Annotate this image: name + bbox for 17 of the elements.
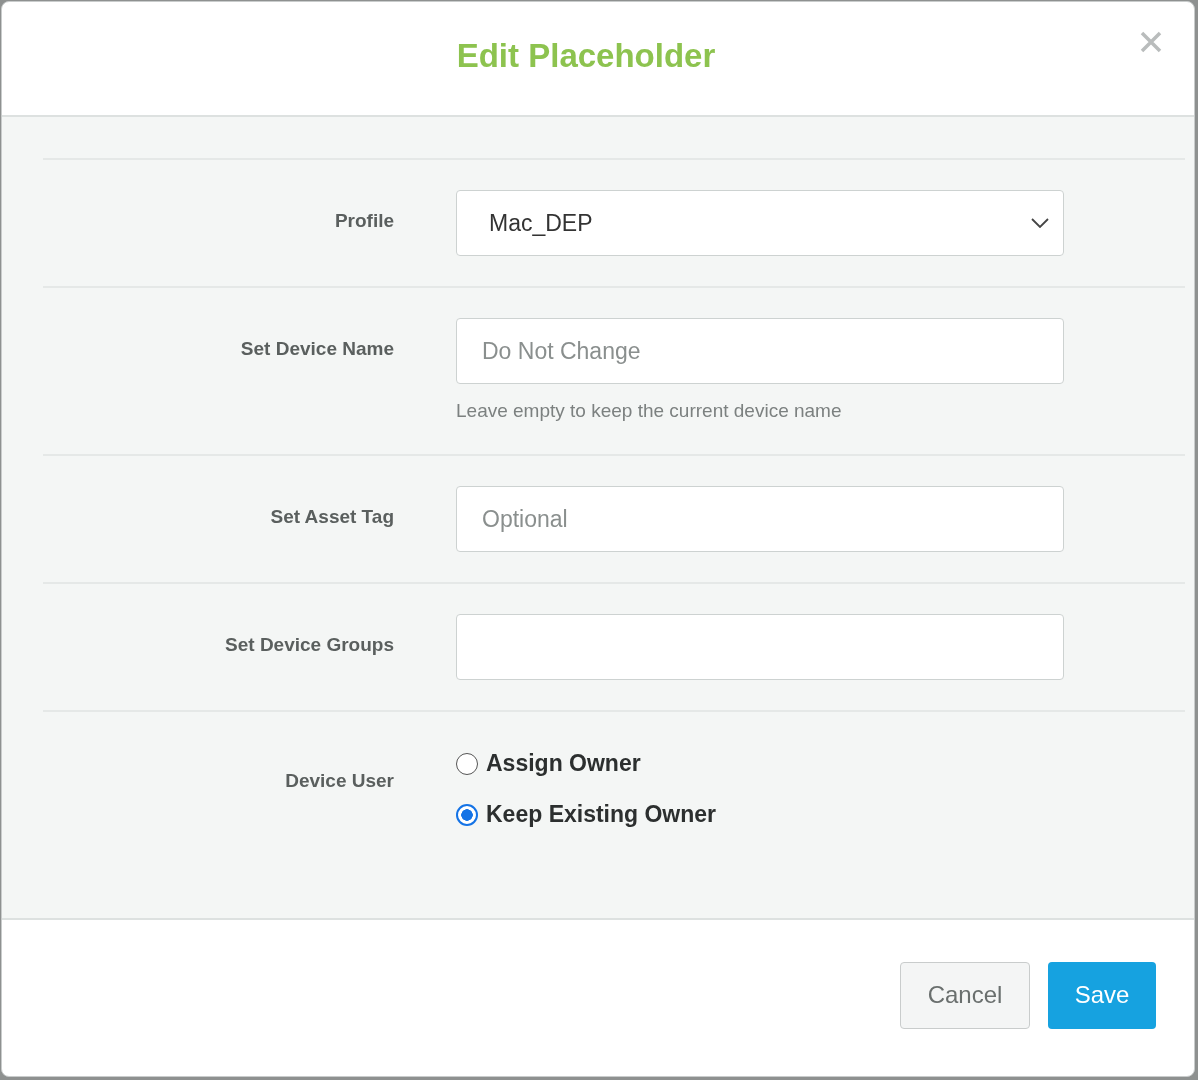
radio-icon[interactable] — [456, 752, 478, 775]
field-label: Profile — [333, 210, 395, 233]
chevron-down-icon — [1031, 218, 1049, 228]
text-input[interactable]: Optional — [456, 486, 1064, 552]
text-input[interactable] — [456, 614, 1064, 680]
help-text: Leave empty to keep the current device name — [456, 400, 843, 422]
field-label: Device User — [284, 770, 395, 793]
field-label: Set Device Name — [239, 338, 395, 361]
radio-option[interactable]: Keep Existing Owner — [456, 801, 717, 828]
profile-dropdown[interactable]: Mac_DEP — [456, 190, 1064, 256]
radio-icon[interactable] — [456, 803, 478, 826]
dialog-title: Edit Placeholder — [456, 36, 716, 75]
text-input[interactable]: Do Not Change — [456, 318, 1064, 384]
field-label: Set Device Groups — [224, 634, 395, 657]
radio-option[interactable]: Assign Owner — [456, 750, 641, 777]
cancel-button[interactable]: Cancel — [900, 961, 1030, 1029]
field-label: Set Asset Tag — [269, 506, 395, 529]
